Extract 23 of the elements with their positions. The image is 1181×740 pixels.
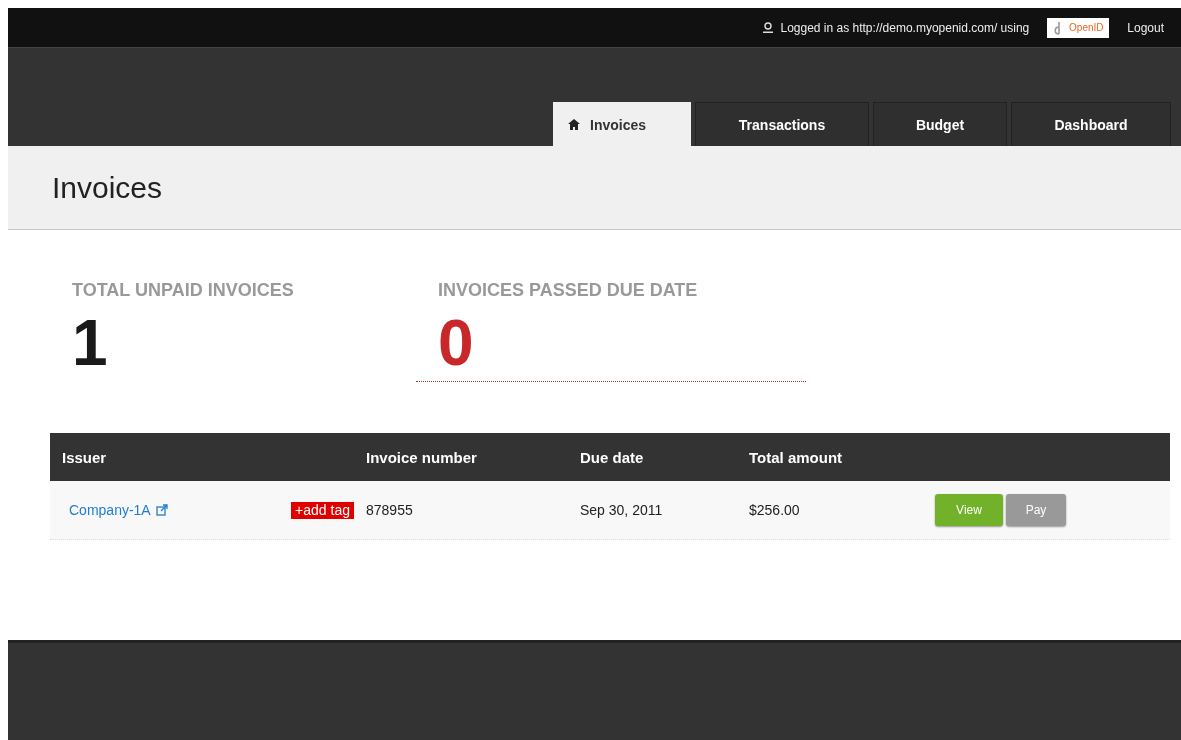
- nav-tab[interactable]: Transactions: [695, 102, 869, 146]
- nav-tab[interactable]: Invoices: [553, 102, 691, 146]
- login-status: Logged in as http://demo.myopenid.com/ using: [780, 20, 1030, 35]
- stat-value: 0: [416, 311, 806, 382]
- stat-label: TOTAL UNPAID INVOICES: [72, 280, 295, 301]
- stat-label: INVOICES PASSED DUE DATE: [437, 280, 699, 301]
- table-cell-text: $256.00: [749, 502, 801, 518]
- add-tag-button[interactable]: +add tag: [291, 501, 354, 519]
- stat-value: 1: [72, 311, 109, 375]
- nav-tab[interactable]: Budget: [873, 102, 1007, 146]
- table-cell-text: Sep 30, 2011: [580, 502, 664, 518]
- external-link-icon: [155, 504, 168, 516]
- nav-tab[interactable]: Dashboard: [1011, 102, 1171, 146]
- page-title: Invoices: [52, 170, 163, 205]
- table-cell-text: 878955: [366, 502, 414, 518]
- column-header: Invoice number: [366, 448, 478, 466]
- user-icon: [762, 21, 775, 34]
- logout-link[interactable]: Logout: [1127, 20, 1164, 35]
- column-header: Total amount: [749, 448, 844, 466]
- column-header: Due date: [580, 448, 645, 466]
- provider-logo: OpenID: [1047, 17, 1110, 38]
- issuer-link[interactable]: Company-1A: [69, 502, 168, 518]
- column-header: Issuer: [62, 448, 108, 466]
